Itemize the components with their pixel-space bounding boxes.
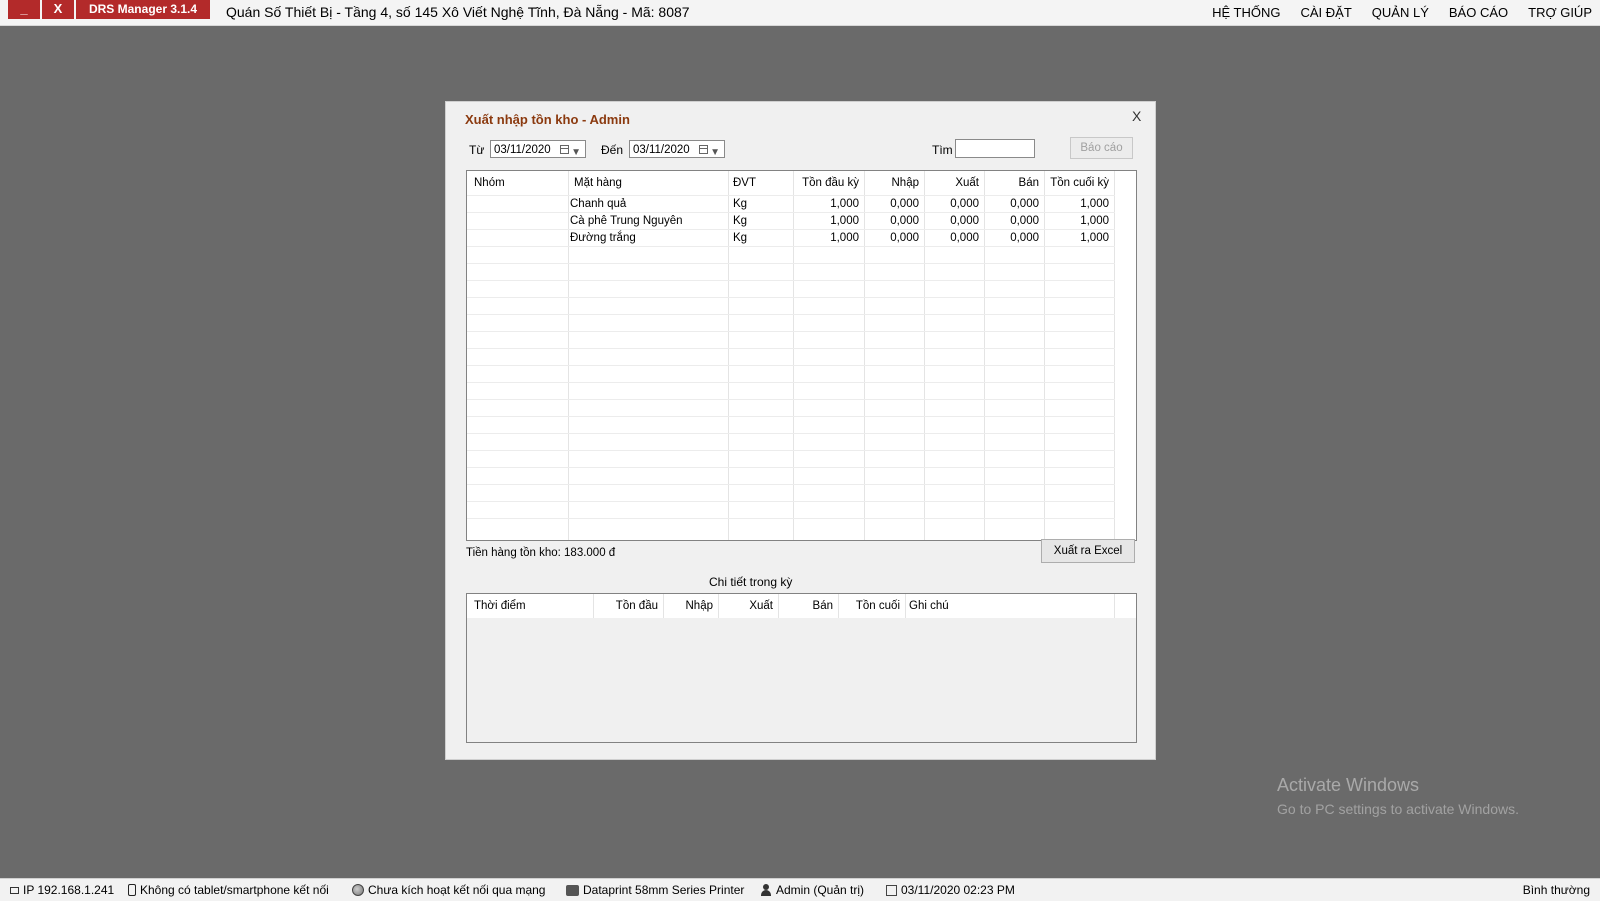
status-user-text: Admin (Quản trị) [776, 883, 865, 897]
cell-item: Chanh quả [570, 198, 627, 210]
menu-cai-dat[interactable]: CÀI ĐẶT [1301, 5, 1352, 20]
report-button[interactable]: Báo cáo [1070, 137, 1133, 159]
col-header-note[interactable]: Ghi chú [909, 600, 949, 612]
dialog-close-button[interactable]: X [1132, 108, 1141, 124]
col-header-sale[interactable]: Bán [778, 600, 833, 612]
status-network: Chưa kích hoạt kết nối qua mạng [352, 883, 545, 897]
cell-export: 0,000 [950, 232, 979, 244]
col-header-opening[interactable]: Tồn đầu kỳ [793, 177, 859, 189]
grid-header: Nhóm Mặt hàng ĐVT Tồn đầu kỳ Nhập Xuất B… [467, 171, 1136, 195]
close-app-button[interactable]: X [42, 0, 74, 19]
menu-he-thong[interactable]: HỆ THỐNG [1212, 5, 1280, 20]
status-ip-text: IP 192.168.1.241 [23, 883, 115, 897]
detail-grid[interactable]: Thời điểm Tồn đầu Nhập Xuất Bán Tồn cuối… [466, 593, 1137, 743]
computer-icon [10, 887, 19, 894]
menu-quan-ly[interactable]: QUẢN LÝ [1372, 5, 1429, 20]
status-ip: IP 192.168.1.241 [10, 883, 114, 897]
store-info: Quán Số Thiết Bị - Tầng 4, số 145 Xô Viế… [226, 4, 690, 20]
cell-sale: 0,000 [1010, 198, 1039, 210]
main-menu: HỆ THỐNG CÀI ĐẶT QUẢN LÝ BÁO CÁO TRỢ GIÚ… [1212, 5, 1592, 20]
calendar-icon [699, 145, 708, 154]
detail-grid-header: Thời điểm Tồn đầu Nhập Xuất Bán Tồn cuối… [467, 594, 1136, 618]
chevron-down-icon[interactable]: ▼ [571, 144, 581, 162]
cell-opening: 1,000 [830, 232, 859, 244]
status-datetime-text: 03/11/2020 02:23 PM [901, 883, 1015, 897]
app-name-badge: DRS Manager 3.1.4 [76, 0, 210, 19]
col-header-item[interactable]: Mặt hàng [574, 177, 622, 189]
cell-closing: 1,000 [1080, 215, 1109, 227]
col-header-unit[interactable]: ĐVT [733, 177, 756, 189]
menu-tro-giup[interactable]: TRỢ GIÚP [1528, 5, 1592, 20]
cell-item: Cà phê Trung Nguyên [570, 215, 683, 227]
status-tablet: Không có tablet/smartphone kết nối [128, 883, 329, 897]
cell-import: 0,000 [890, 198, 919, 210]
search-input[interactable] [955, 139, 1035, 158]
detail-section-title: Chi tiết trong kỳ [709, 575, 793, 589]
col-header-closing[interactable]: Tồn cuối kỳ [1044, 177, 1109, 189]
status-mode: Bình thường [1522, 883, 1590, 897]
cell-sale: 0,000 [1010, 215, 1039, 227]
col-header-sale[interactable]: Bán [984, 177, 1039, 189]
dialog-title: Xuất nhập tồn kho - Admin [465, 112, 630, 127]
activate-windows-title: Activate Windows [1277, 775, 1420, 795]
minimize-button[interactable]: _ [8, 0, 40, 19]
col-header-group[interactable]: Nhóm [474, 177, 505, 189]
smartphone-icon [128, 884, 136, 896]
chevron-down-icon[interactable]: ▼ [710, 144, 720, 162]
col-header-time[interactable]: Thời điểm [474, 600, 526, 612]
to-date-value: 03/11/2020 [633, 144, 690, 156]
col-header-export[interactable]: Xuất [924, 177, 979, 189]
inventory-grid[interactable]: Nhóm Mặt hàng ĐVT Tồn đầu kỳ Nhập Xuất B… [466, 170, 1137, 541]
cell-opening: 1,000 [830, 198, 859, 210]
cell-sale: 0,000 [1010, 232, 1039, 244]
inventory-total: Tiền hàng tồn kho: 183.000 đ [466, 547, 616, 559]
status-tablet-text: Không có tablet/smartphone kết nối [140, 883, 329, 897]
menu-bao-cao[interactable]: BÁO CÁO [1449, 5, 1508, 20]
globe-icon [352, 884, 364, 896]
col-header-start-stock[interactable]: Tồn đầu [593, 600, 658, 612]
col-header-end-stock[interactable]: Tồn cuối [838, 600, 900, 612]
calendar-icon [886, 884, 897, 896]
to-label: Đến [601, 143, 624, 157]
cell-opening: 1,000 [830, 215, 859, 227]
user-icon [760, 884, 772, 896]
export-excel-button[interactable]: Xuất ra Excel [1041, 539, 1135, 563]
status-network-text: Chưa kích hoạt kết nối qua mạng [368, 883, 546, 897]
status-user: Admin (Quản trị) [760, 883, 864, 897]
calendar-icon [560, 145, 569, 154]
cell-closing: 1,000 [1080, 198, 1109, 210]
cell-unit: Kg [733, 198, 748, 210]
status-printer: Dataprint 58mm Series Printer [566, 883, 744, 897]
title-bar: _ X DRS Manager 3.1.4 Quán Số Thiết Bị -… [0, 0, 1600, 26]
cell-export: 0,000 [950, 198, 979, 210]
from-date-value: 03/11/2020 [494, 144, 551, 156]
cell-import: 0,000 [890, 232, 919, 244]
from-date-picker[interactable]: 03/11/2020 ▼ [490, 140, 586, 158]
search-label: Tìm [932, 143, 953, 157]
printer-icon [566, 884, 579, 896]
status-bar: IP 192.168.1.241 Không có tablet/smartph… [0, 878, 1600, 901]
col-header-export[interactable]: Xuất [718, 600, 773, 612]
to-date-picker[interactable]: 03/11/2020 ▼ [629, 140, 725, 158]
cell-import: 0,000 [890, 215, 919, 227]
cell-unit: Kg [733, 215, 748, 227]
inventory-dialog: Xuất nhập tồn kho - Admin X Từ 03/11/202… [445, 101, 1156, 760]
col-header-import[interactable]: Nhập [663, 600, 714, 612]
cell-export: 0,000 [950, 215, 979, 227]
status-datetime: 03/11/2020 02:23 PM [886, 883, 1015, 897]
col-header-import[interactable]: Nhập [864, 177, 920, 189]
cell-closing: 1,000 [1080, 232, 1109, 244]
from-label: Từ [469, 143, 485, 157]
cell-unit: Kg [733, 232, 748, 244]
status-printer-text: Dataprint 58mm Series Printer [583, 883, 745, 897]
cell-item: Đường trắng [570, 232, 636, 244]
activate-windows-subtitle: Go to PC settings to activate Windows. [1277, 801, 1519, 817]
